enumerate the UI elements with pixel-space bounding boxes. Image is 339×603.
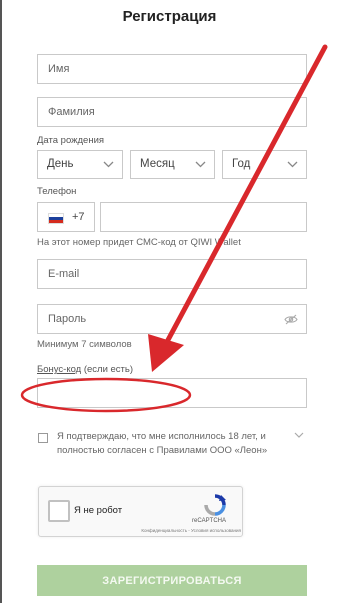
year-select-value: Год (232, 158, 251, 170)
chevron-down-icon (287, 161, 298, 168)
recaptcha-logo-icon (204, 494, 226, 516)
bonus-label-link[interactable]: Бонус-код (37, 364, 81, 375)
surname-field[interactable]: Фамилия (37, 97, 307, 127)
month-select-value: Месяц (140, 158, 175, 170)
recaptcha-brand: reCAPTCHA (191, 518, 226, 524)
month-select[interactable]: Месяц (130, 150, 215, 179)
password-field[interactable]: Пароль (37, 304, 307, 334)
recaptcha-links[interactable]: Конфиденциальность - Условия использован… (111, 528, 241, 533)
phone-hint: На этот номер придет СМС-код от QIWI Wal… (37, 237, 241, 248)
recaptcha-widget: Я не робот reCAPTCHA Конфиденциальность … (38, 486, 243, 537)
day-select[interactable]: День (37, 150, 123, 179)
bonus-label: Бонус-код (если есть) (37, 364, 133, 375)
recaptcha-checkbox[interactable] (48, 500, 70, 522)
chevron-down-icon[interactable] (294, 432, 304, 439)
chevron-down-icon (195, 161, 206, 168)
surname-placeholder: Фамилия (48, 106, 95, 118)
year-select[interactable]: Год (222, 150, 307, 179)
recaptcha-label: Я не робот (74, 505, 123, 516)
register-button[interactable]: ЗАРЕГИСТРИРОВАТЬСЯ (37, 565, 307, 596)
birthdate-label: Дата рождения (37, 135, 105, 146)
agreement-text: Я подтверждаю, что мне исполнилось 18 ле… (57, 431, 268, 456)
eye-off-icon[interactable] (284, 314, 298, 325)
annotation-arrow-shaft (165, 44, 328, 343)
email-placeholder: E-mail (48, 268, 80, 280)
chevron-down-icon (103, 161, 114, 168)
russia-flag-icon (48, 213, 64, 224)
password-hint: Минимум 7 символов (37, 339, 132, 350)
page-title: Регистрация (122, 8, 217, 25)
password-placeholder: Пароль (48, 313, 87, 325)
email-field[interactable]: E-mail (37, 259, 307, 289)
annotation-arrow-head (148, 334, 184, 372)
agreement-checkbox[interactable] (38, 433, 48, 443)
phone-input[interactable] (100, 202, 307, 232)
bonus-label-suffix: (если есть) (81, 364, 134, 375)
window-edge (0, 0, 2, 603)
phone-country-select[interactable]: +7 (37, 202, 95, 232)
phone-code: +7 (72, 211, 85, 223)
name-placeholder: Имя (48, 63, 70, 75)
day-select-value: День (47, 158, 74, 170)
bonus-code-field[interactable] (37, 378, 307, 408)
phone-label: Телефон (37, 186, 77, 197)
name-field[interactable]: Имя (37, 54, 307, 84)
